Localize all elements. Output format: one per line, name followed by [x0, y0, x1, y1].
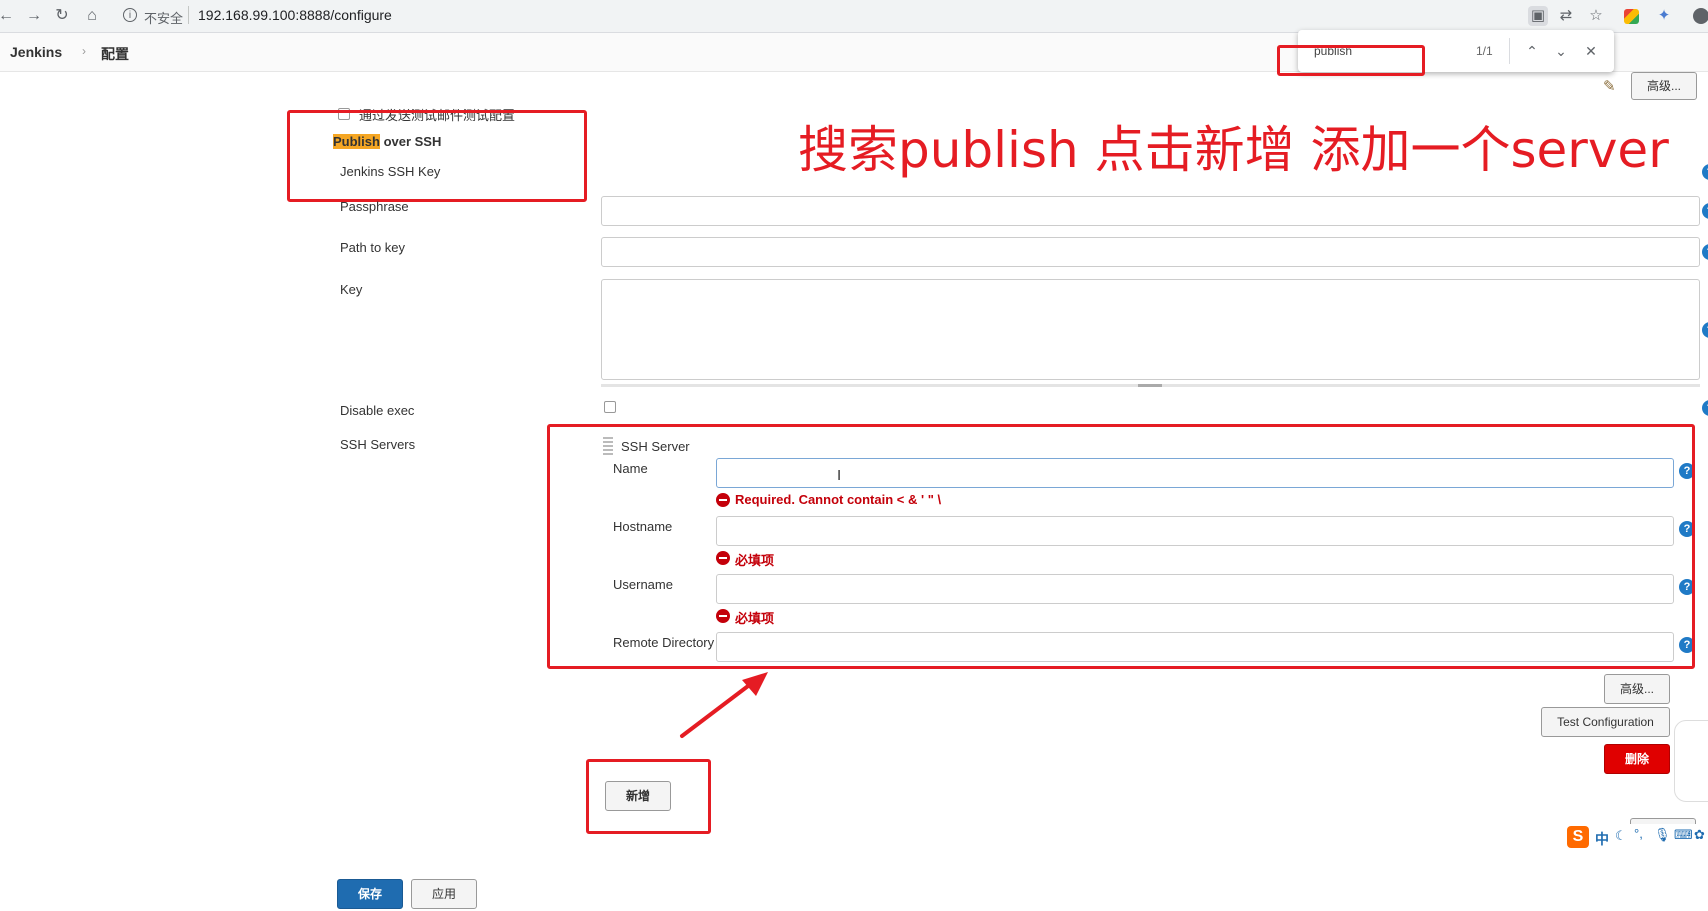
close-icon[interactable]: ✕	[1580, 41, 1602, 61]
moon-icon[interactable]: ☾	[1615, 828, 1627, 844]
passphrase-label: Passphrase	[340, 199, 409, 214]
help-icon[interactable]: ?	[1702, 203, 1708, 219]
forward-icon[interactable]: →	[24, 6, 44, 26]
back-icon[interactable]: ←	[0, 6, 16, 26]
skin-icon[interactable]: ✿	[1694, 827, 1705, 843]
annotation-box-section	[287, 110, 587, 202]
path-to-key-input[interactable]	[601, 237, 1700, 267]
annotation-box-find	[1277, 45, 1425, 76]
disable-exec-label: Disable exec	[340, 403, 415, 418]
breadcrumb-separator: ›	[82, 44, 86, 58]
annotation-box-add	[586, 759, 711, 834]
screenshot-icon[interactable]: ▣	[1528, 6, 1548, 26]
edit-notepad-icon[interactable]: ✎	[1603, 77, 1623, 95]
breadcrumb-configure[interactable]: 配置	[101, 44, 129, 64]
info-icon[interactable]: i	[123, 8, 137, 22]
profile-icon[interactable]	[1693, 8, 1708, 24]
side-float-panel[interactable]	[1674, 720, 1708, 802]
test-configuration-button[interactable]: Test Configuration	[1541, 707, 1670, 737]
advanced-button-top[interactable]: 高级...	[1631, 72, 1697, 100]
ime-mode[interactable]: 中	[1595, 829, 1609, 849]
annotation-arrow	[680, 672, 768, 738]
microphone-icon[interactable]: 🎙	[1654, 827, 1671, 843]
server-advanced-button[interactable]: 高级...	[1604, 674, 1670, 704]
save-button[interactable]: 保存	[337, 879, 403, 909]
help-icon[interactable]: ?	[1702, 244, 1708, 260]
passphrase-input[interactable]	[601, 196, 1700, 226]
annotation-box-ssh-server	[547, 424, 1695, 669]
find-next-icon[interactable]: ⌄	[1550, 41, 1572, 61]
help-icon[interactable]: ?	[1702, 400, 1708, 416]
keyboard-icon[interactable]: ⌨	[1674, 827, 1693, 843]
resize-grip-icon[interactable]	[1138, 384, 1162, 387]
security-label: 不安全	[144, 11, 184, 26]
find-prev-icon[interactable]: ⌃	[1521, 41, 1543, 61]
ssh-servers-label: SSH Servers	[340, 437, 416, 452]
reload-icon[interactable]: ↻	[52, 6, 72, 26]
apply-button[interactable]: 应用	[411, 879, 477, 909]
help-icon[interactable]: ?	[1702, 164, 1708, 180]
star-icon[interactable]: ☆	[1586, 6, 1606, 26]
help-icon[interactable]: ?	[1702, 322, 1708, 338]
path-to-key-label: Path to key	[340, 240, 406, 255]
home-icon[interactable]: ⌂	[82, 6, 102, 26]
key-label: Key	[340, 282, 363, 297]
arrow-head	[742, 672, 768, 696]
find-count: 1/1	[1476, 44, 1493, 58]
find-divider	[1509, 38, 1510, 64]
extension-icon[interactable]: ✦	[1654, 6, 1674, 26]
translate-icon[interactable]: ⇄	[1556, 6, 1576, 26]
annotation-text: 搜索publish 点击新增 添加一个server	[798, 121, 1669, 179]
url-separator	[188, 6, 189, 24]
jenkins-logo-text[interactable]: Jenkins	[10, 44, 62, 60]
punctuation-icon[interactable]: °,	[1634, 826, 1643, 841]
extension-icon[interactable]	[1624, 9, 1639, 24]
url-text[interactable]: 192.168.99.100:8888/configure	[198, 7, 392, 23]
arrow-shaft	[680, 678, 758, 738]
delete-button[interactable]: 删除	[1604, 744, 1670, 774]
disable-exec-checkbox[interactable]	[604, 401, 616, 413]
sogou-logo-icon[interactable]: S	[1567, 826, 1589, 848]
key-textarea[interactable]	[601, 279, 1700, 380]
